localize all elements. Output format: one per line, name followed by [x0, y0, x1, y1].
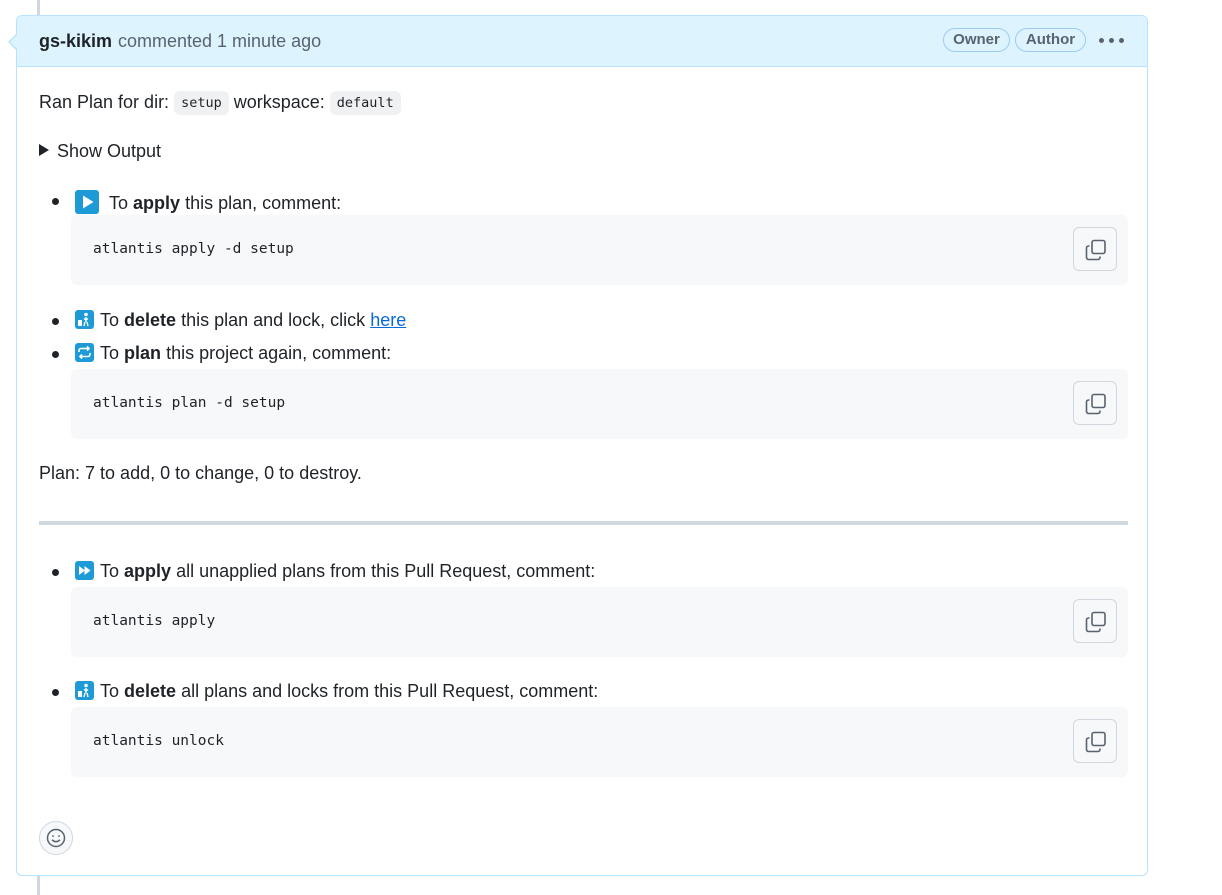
kebab-dot: [1109, 38, 1114, 43]
show-output-label: Show Output: [57, 141, 162, 161]
author-badge: Author: [1015, 28, 1086, 52]
list-item-apply-all: To apply all unapplied plans from this P…: [75, 561, 595, 582]
copy-button[interactable]: [1073, 381, 1117, 425]
item-post: all plans and locks from this Pull Reque…: [181, 681, 599, 701]
copy-icon: [1085, 731, 1106, 753]
item-post: this project again, comment:: [166, 343, 392, 363]
list-item-apply: To apply this plan, comment:: [75, 190, 341, 214]
plan-summary: Plan: 7 to add, 0 to change, 0 to destro…: [39, 463, 362, 483]
list-bullet: [52, 569, 59, 576]
dir-code: setup: [174, 91, 229, 115]
play-icon: [75, 190, 99, 214]
item-bold: plan: [124, 343, 162, 363]
code-text: atlantis plan -d setup: [93, 395, 286, 411]
list-bullet: [52, 198, 59, 205]
copy-icon: [1085, 239, 1106, 261]
kebab-dot: [1099, 38, 1104, 43]
item-pre: To: [100, 561, 120, 581]
workspace-label: workspace:: [233, 92, 325, 112]
list-bullet: [52, 689, 59, 696]
code-block: atlantis apply -d setup: [71, 215, 1128, 285]
code-block: atlantis apply: [71, 587, 1128, 657]
fast-forward-icon: [75, 561, 94, 580]
item-pre: To: [100, 310, 120, 330]
copy-button[interactable]: [1073, 227, 1117, 271]
comment-header: gs-kikim commented 1 minute ago Owner Au…: [17, 16, 1147, 67]
item-pre: To: [100, 343, 120, 363]
author-link[interactable]: gs-kikim: [39, 31, 112, 52]
code-text: atlantis apply: [93, 613, 216, 629]
smiley-icon: [46, 828, 66, 848]
list-bullet: [52, 351, 59, 358]
item-bold: delete: [124, 310, 177, 330]
kebab-dot: [1119, 38, 1124, 43]
item-bold: delete: [124, 681, 177, 701]
intro-line: Ran Plan for dir: setup workspace: defau…: [39, 91, 401, 115]
divider: [39, 521, 1128, 525]
code-text: atlantis unlock: [93, 733, 224, 749]
list-item-delete: To delete this plan and lock, click here: [75, 310, 406, 331]
list-item-plan: To plan this project again, comment:: [75, 343, 391, 364]
workspace-code: default: [329, 91, 401, 115]
item-post: this plan and lock, click: [181, 310, 366, 330]
add-reaction-button[interactable]: [39, 821, 73, 855]
list-item-delete-all: To delete all plans and locks from this …: [75, 681, 598, 702]
put-litter-in-its-place-icon: [75, 681, 94, 700]
put-litter-in-its-place-icon: [75, 310, 94, 329]
item-post: all unapplied plans from this Pull Reque…: [176, 561, 596, 581]
delete-lock-link[interactable]: here: [370, 310, 406, 330]
repeat-icon: [75, 343, 94, 362]
code-block: atlantis plan -d setup: [71, 369, 1128, 439]
copy-icon: [1085, 393, 1106, 415]
copy-icon: [1085, 611, 1106, 633]
code-block: atlantis unlock: [71, 707, 1128, 777]
show-output-toggle[interactable]: Show Output: [39, 141, 161, 162]
intro-prefix: Ran Plan for dir:: [39, 92, 170, 112]
more-options-button[interactable]: [1099, 38, 1125, 44]
item-post: this plan, comment:: [185, 193, 342, 213]
disclosure-triangle-icon: [39, 144, 49, 156]
item-bold: apply: [133, 193, 181, 213]
comment-timestamp[interactable]: commented 1 minute ago: [118, 31, 321, 52]
owner-badge: Owner: [943, 28, 1010, 52]
code-text: atlantis apply -d setup: [93, 241, 294, 257]
list-bullet: [52, 318, 59, 325]
copy-button[interactable]: [1073, 599, 1117, 643]
item-pre: To: [109, 193, 129, 213]
copy-button[interactable]: [1073, 719, 1117, 763]
item-pre: To: [100, 681, 120, 701]
item-bold: apply: [124, 561, 172, 581]
comment-box: gs-kikim commented 1 minute ago Owner Au…: [8, 15, 1148, 876]
